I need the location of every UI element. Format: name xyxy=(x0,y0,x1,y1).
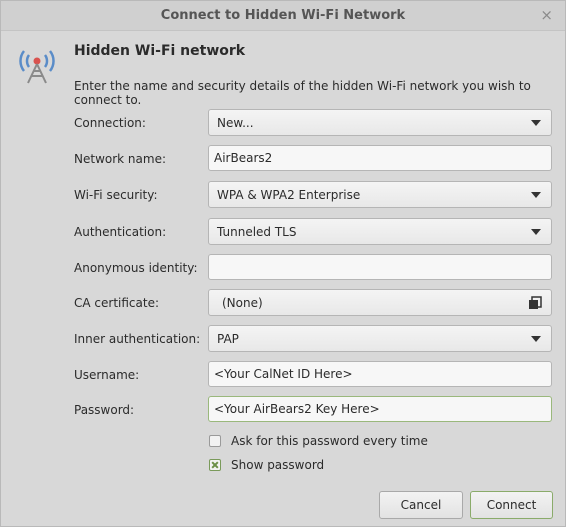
ca-certificate-value: (None) xyxy=(222,296,263,310)
authentication-value: Tunneled TLS xyxy=(217,225,297,239)
close-icon[interactable]: × xyxy=(540,6,553,24)
password-label: Password: xyxy=(74,403,135,417)
authentication-label: Authentication: xyxy=(74,225,167,239)
show-password-label[interactable]: Show password xyxy=(231,458,324,472)
wifi-security-dropdown[interactable]: WPA & WPA2 Enterprise xyxy=(208,181,552,208)
connect-button[interactable]: Connect xyxy=(470,491,553,519)
dialog-description: Enter the name and security details of t… xyxy=(74,79,531,107)
wifi-security-label: Wi-Fi security: xyxy=(74,188,158,202)
chevron-down-icon xyxy=(531,336,541,342)
connection-dropdown[interactable]: New... xyxy=(208,109,552,136)
window-title: Connect to Hidden Wi-Fi Network xyxy=(160,8,406,23)
chevron-down-icon xyxy=(531,229,541,235)
cancel-button[interactable]: Cancel xyxy=(379,491,463,519)
network-name-label: Network name: xyxy=(74,152,166,166)
wifi-tower-icon xyxy=(19,50,55,84)
wifi-security-value: WPA & WPA2 Enterprise xyxy=(217,188,361,202)
anonymous-identity-field[interactable] xyxy=(208,254,552,280)
anonymous-identity-label: Anonymous identity: xyxy=(74,261,198,275)
ca-certificate-label: CA certificate: xyxy=(74,296,159,310)
chevron-down-icon xyxy=(531,192,541,198)
dialog-window: Connect to Hidden Wi-Fi Network × Hidden… xyxy=(0,0,566,527)
authentication-dropdown[interactable]: Tunneled TLS xyxy=(208,218,552,245)
title-bar[interactable]: Connect to Hidden Wi-Fi Network × xyxy=(1,1,565,31)
username-label: Username: xyxy=(74,368,140,382)
ca-certificate-button[interactable]: (None) xyxy=(208,289,552,316)
password-field[interactable] xyxy=(208,396,552,422)
inner-authentication-value: PAP xyxy=(217,332,239,346)
document-open-icon xyxy=(529,296,542,309)
network-name-field[interactable] xyxy=(208,145,552,171)
show-password-checkbox[interactable] xyxy=(209,459,221,471)
ask-password-checkbox[interactable] xyxy=(209,435,221,447)
dialog-heading: Hidden Wi-Fi network xyxy=(74,43,246,59)
connection-label: Connection: xyxy=(74,116,146,130)
chevron-down-icon xyxy=(531,120,541,126)
connection-value: New... xyxy=(217,116,254,130)
username-field[interactable] xyxy=(208,361,552,387)
inner-authentication-label: Inner authentication: xyxy=(74,332,201,346)
inner-authentication-dropdown[interactable]: PAP xyxy=(208,325,552,352)
ask-password-label[interactable]: Ask for this password every time xyxy=(231,434,428,448)
